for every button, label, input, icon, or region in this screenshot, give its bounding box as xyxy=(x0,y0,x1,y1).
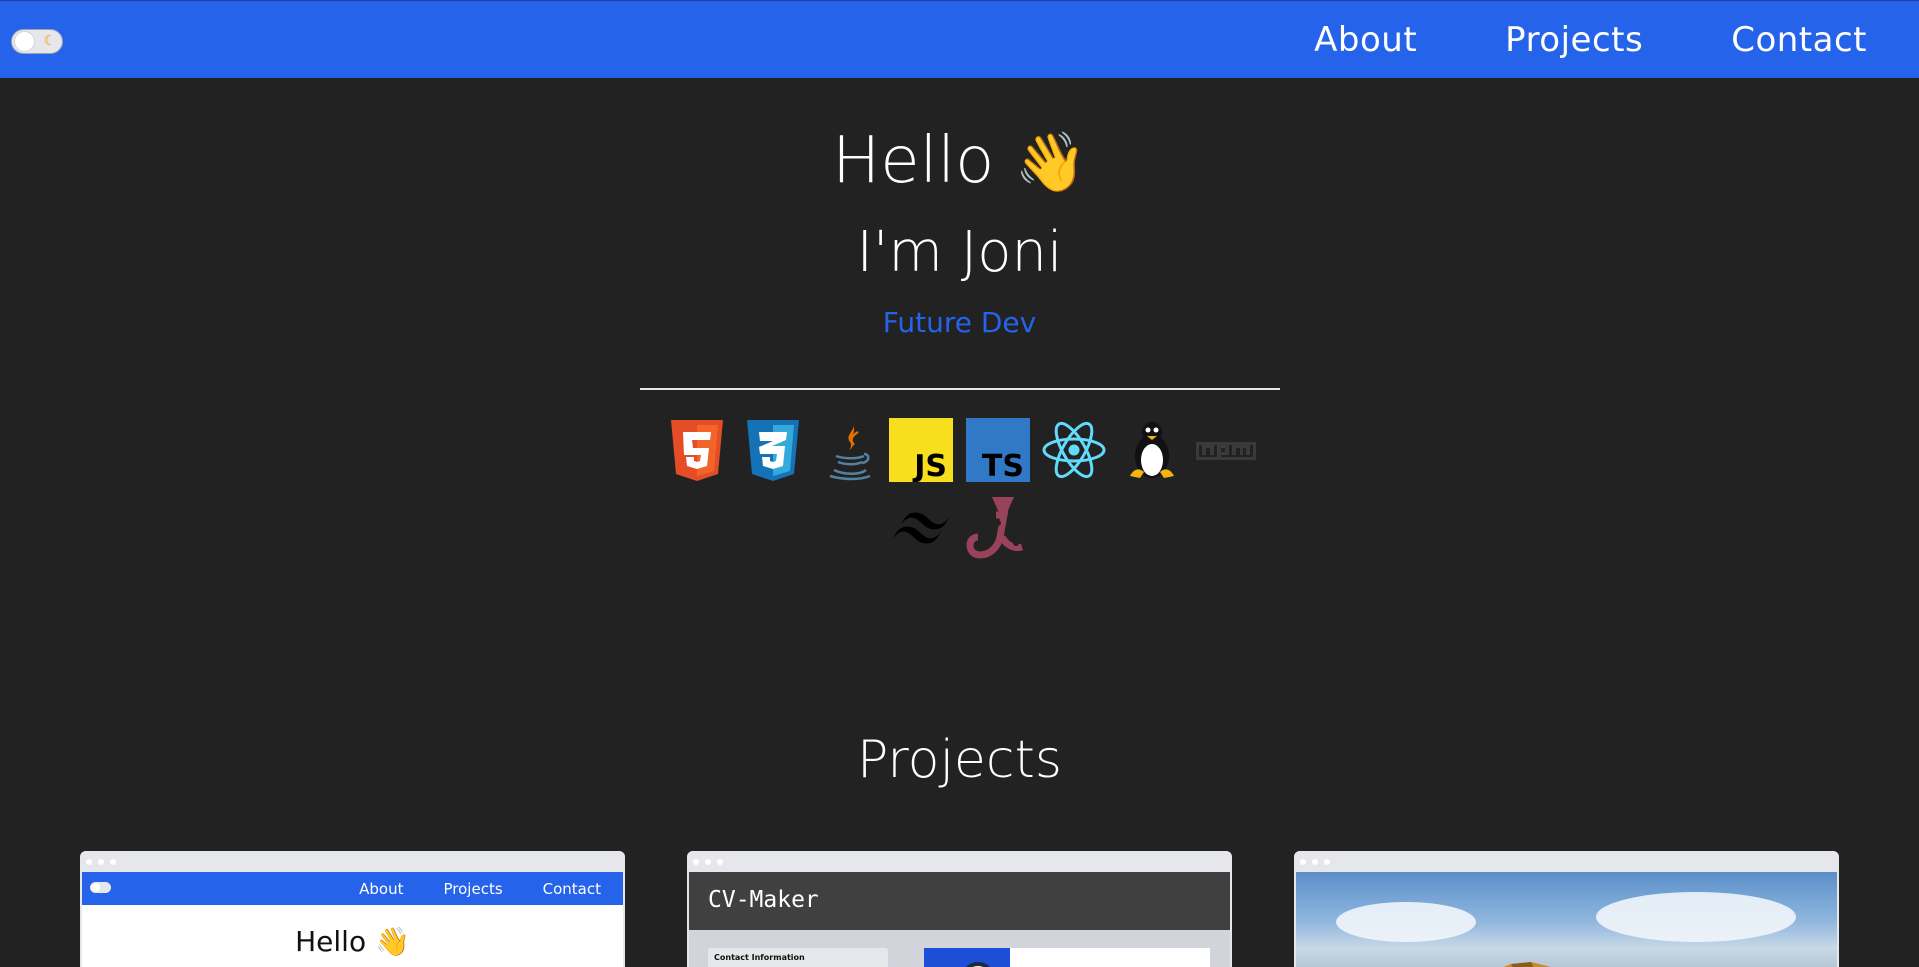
cv-maker-header: CV-Maker xyxy=(689,872,1230,930)
mini-greeting: Hello 👋 xyxy=(82,905,623,958)
project-card-cv-maker[interactable]: CV-Maker Contact Information xyxy=(687,851,1232,967)
cv-sidebar xyxy=(924,948,1010,967)
cv-page xyxy=(1010,948,1210,967)
project-card-landscape[interactable] xyxy=(1294,851,1839,967)
project-preview: About Projects Contact Hello 👋 xyxy=(82,872,623,967)
hero-divider xyxy=(640,388,1280,390)
browser-dot xyxy=(1300,859,1306,865)
svg-text:JS: JS xyxy=(912,449,947,482)
theme-toggle[interactable]: ☾ xyxy=(11,29,63,54)
browser-dot xyxy=(98,859,104,865)
tailwind-icon xyxy=(889,495,953,559)
mini-nav-link: Projects xyxy=(443,879,503,898)
greeting-text: Hello xyxy=(832,124,995,198)
javascript-icon: JS xyxy=(889,418,953,482)
project-preview xyxy=(1296,872,1837,967)
browser-dot xyxy=(1324,859,1330,865)
java-icon xyxy=(818,418,882,482)
browser-bar xyxy=(687,851,1232,872)
browser-dot xyxy=(110,859,116,865)
browser-dot xyxy=(693,859,699,865)
project-preview: CV-Maker Contact Information xyxy=(689,872,1230,967)
cv-body: Contact Information xyxy=(689,930,1230,967)
browser-dot xyxy=(717,859,723,865)
mini-theme-toggle xyxy=(90,882,111,893)
project-card-portfolio[interactable]: About Projects Contact Hello 👋 xyxy=(80,851,625,967)
html5-icon xyxy=(665,418,729,482)
mini-wave-emoji: 👋 xyxy=(375,925,410,958)
typescript-icon: TS xyxy=(966,418,1030,482)
hero-name: I'm Joni xyxy=(856,220,1063,285)
jest-icon xyxy=(966,495,1030,559)
browser-bar xyxy=(80,851,625,872)
wave-emoji: 👋 xyxy=(1014,128,1087,196)
svg-text:TS: TS xyxy=(982,449,1024,482)
mini-navbar: About Projects Contact xyxy=(82,872,623,905)
react-icon xyxy=(1042,418,1106,482)
nav-link-projects[interactable]: Projects xyxy=(1505,20,1643,60)
browser-dot xyxy=(1312,859,1318,865)
mini-greeting-text: Hello xyxy=(295,925,367,958)
nav-links: About Projects Contact xyxy=(1314,1,1867,79)
browser-dot xyxy=(86,859,92,865)
toggle-knob xyxy=(14,31,35,52)
linux-icon xyxy=(1120,418,1184,482)
nav-link-about[interactable]: About xyxy=(1314,20,1417,60)
nav-link-contact[interactable]: Contact xyxy=(1731,20,1867,60)
mountain-shape xyxy=(1503,962,1551,967)
mini-body: Hello 👋 xyxy=(82,905,623,967)
npm-icon xyxy=(1194,418,1258,482)
mini-nav-links: About Projects Contact xyxy=(359,872,601,905)
browser-bar xyxy=(1294,851,1839,872)
landscape-image xyxy=(1296,872,1837,967)
cv-contact-panel: Contact Information xyxy=(708,948,888,967)
navbar: ☾ About Projects Contact xyxy=(0,0,1919,78)
mini-nav-link: Contact xyxy=(542,879,601,898)
projects-title: Projects xyxy=(856,730,1062,790)
hero-greeting: Hello 👋 xyxy=(0,124,1919,198)
browser-dot xyxy=(705,859,711,865)
mini-nav-link: About xyxy=(359,879,404,898)
hero-role: Future Dev xyxy=(882,306,1037,339)
css3-icon xyxy=(741,418,805,482)
moon-icon: ☾ xyxy=(43,33,56,49)
